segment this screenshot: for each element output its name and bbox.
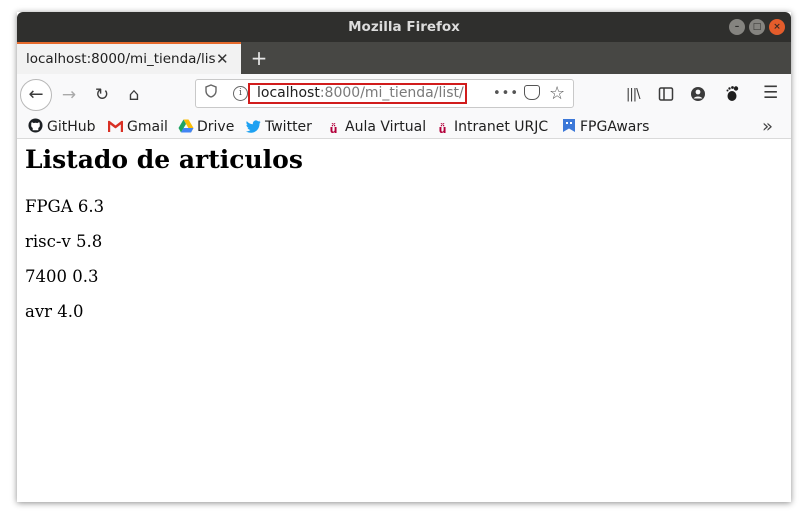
close-tab-icon[interactable]: ✕ <box>216 44 229 74</box>
gmail-icon <box>107 120 124 135</box>
library-icon[interactable]: |||\ <box>626 87 640 102</box>
title-bar: Mozilla Firefox – □ × <box>17 12 791 42</box>
new-tab-button[interactable]: + <box>247 42 271 74</box>
bookmark-gmail[interactable]: Gmail <box>107 117 168 137</box>
page-content: Listado de articulos FPGA 6.3 risc-v 5.8… <box>17 139 791 502</box>
bookmark-label: FPGAwars <box>580 119 650 135</box>
forward-button[interactable]: → <box>54 80 84 110</box>
url-host: localhost <box>257 85 320 101</box>
account-icon[interactable] <box>690 86 706 102</box>
drive-icon <box>178 119 194 134</box>
pocket-icon[interactable] <box>524 85 540 100</box>
tracking-shield-icon[interactable] <box>205 84 217 98</box>
tab-label: localhost:8000/mi_tienda/list/ <box>26 51 216 67</box>
bookmark-label: Aula Virtual <box>345 119 427 135</box>
home-button[interactable]: ⌂ <box>119 80 149 110</box>
gnome-icon[interactable] <box>723 85 740 102</box>
more-bookmarks-icon[interactable]: » <box>762 116 773 138</box>
close-window-button[interactable]: × <box>769 19 785 35</box>
bookmark-aula-virtual[interactable]: ǚ Aula Virtual <box>326 117 427 137</box>
reload-button[interactable]: ↻ <box>87 80 117 110</box>
github-icon <box>28 118 43 133</box>
urjc-icon: ǚ <box>438 123 447 136</box>
list-item: 7400 0.3 <box>25 267 99 286</box>
browser-window: Mozilla Firefox – □ × localhost:8000/mi_… <box>17 12 791 502</box>
url-text[interactable]: localhost:8000/mi_tienda/list/ <box>248 83 467 104</box>
list-item: FPGA 6.3 <box>25 197 105 216</box>
address-bar[interactable]: i localhost:8000/mi_tienda/list/ ••• ☆ <box>195 79 574 108</box>
maximize-button[interactable]: □ <box>749 19 765 35</box>
menu-icon[interactable]: ☰ <box>763 83 778 103</box>
fpgawars-icon <box>561 118 576 133</box>
minimize-button[interactable]: – <box>729 19 745 35</box>
list-item: risc-v 5.8 <box>25 232 103 251</box>
bookmarks-toolbar: GitHub Gmail Drive Twitter ǚ Aula Virtual… <box>17 116 791 139</box>
urjc-icon: ǚ <box>329 123 338 136</box>
sidebar-icon[interactable] <box>658 86 674 102</box>
bookmark-intranet-urjc[interactable]: ǚ Intranet URJC <box>435 117 549 137</box>
bookmark-drive[interactable]: Drive <box>178 117 234 137</box>
list-item: avr 4.0 <box>25 302 84 321</box>
bookmark-fpgawars[interactable]: FPGAwars <box>561 117 649 137</box>
site-info-icon[interactable]: i <box>233 86 248 101</box>
bookmark-star-icon[interactable]: ☆ <box>549 80 565 107</box>
bookmark-label: GitHub <box>47 119 96 135</box>
twitter-icon <box>246 120 261 135</box>
navigation-toolbar: ← → ↻ ⌂ i localhost:8000/mi_tienda/list/… <box>17 74 791 116</box>
url-path: :8000/mi_tienda/list/ <box>319 85 464 101</box>
window-title: Mozilla Firefox <box>348 19 460 35</box>
page-heading: Listado de articulos <box>25 145 303 174</box>
tab-strip: localhost:8000/mi_tienda/list/ ✕ + <box>17 42 791 74</box>
back-button[interactable]: ← <box>20 79 52 111</box>
bookmark-twitter[interactable]: Twitter <box>246 117 312 137</box>
tab-active[interactable]: localhost:8000/mi_tienda/list/ ✕ <box>17 42 241 74</box>
page-actions-icon[interactable]: ••• <box>493 80 519 107</box>
bookmark-label: Gmail <box>127 119 168 135</box>
bookmark-label: Drive <box>197 119 235 135</box>
bookmark-label: Twitter <box>265 119 312 135</box>
bookmark-github[interactable]: GitHub <box>28 117 96 137</box>
bookmark-label: Intranet URJC <box>454 119 549 135</box>
